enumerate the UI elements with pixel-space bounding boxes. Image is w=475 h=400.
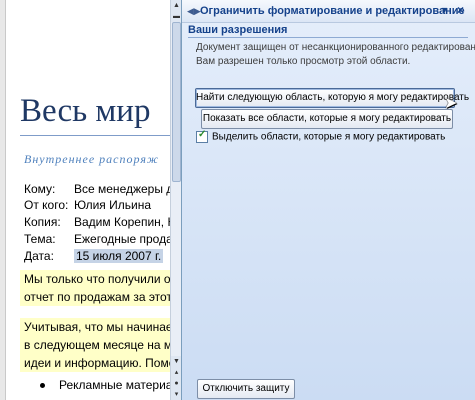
paragraph-line: отчет по продажам за этот г bbox=[24, 290, 170, 304]
info-text-1: Документ защищен от несанкционированного… bbox=[196, 42, 475, 53]
paragraph-1: Мы только что получили око отчет по прод… bbox=[20, 270, 170, 306]
paragraph-line: в следующем месяце на меж bbox=[24, 338, 170, 352]
editable-date-region[interactable]: 15 июля 2007 г. bbox=[74, 249, 164, 263]
bullet-text: Рекламные материа bbox=[59, 378, 170, 392]
field-value: Юлия Ильина bbox=[74, 198, 152, 212]
info-text-2: Вам разрешен только просмотр этой област… bbox=[196, 56, 411, 67]
show-all-regions-button[interactable]: Показать все области, которые я могу ред… bbox=[201, 109, 453, 129]
field-value: Вадим Корепин, Н bbox=[74, 215, 170, 229]
paragraph-line: Мы только что получили око bbox=[24, 272, 170, 286]
paragraph-line: Учитывая, что мы начинаем bbox=[24, 320, 170, 334]
field-label: Тема: bbox=[24, 232, 56, 246]
document-subtitle: Внутреннее распоряж bbox=[24, 152, 160, 166]
field-value: Все менеджеры до bbox=[74, 182, 170, 196]
section-divider bbox=[188, 37, 468, 38]
mouse-pointer-icon: ➤ bbox=[444, 95, 458, 112]
paragraph-line: идеи и информацию. Помощ bbox=[24, 356, 170, 370]
field-label: От кого: bbox=[24, 198, 69, 212]
back-forward-icon[interactable]: ◀▶ bbox=[187, 6, 201, 17]
stop-protection-button[interactable]: Отключить защиту bbox=[197, 379, 295, 399]
document-area[interactable]: Весь мир Внутреннее распоряж Кому: Все ме… bbox=[0, 0, 170, 400]
pane-header: ◀▶ Ограничить форматирование и редактиро… bbox=[182, 0, 475, 23]
pane-title: Ограничить форматирование и редактирован… bbox=[200, 5, 465, 17]
paragraph-2: Учитывая, что мы начинаем в следующем ме… bbox=[20, 318, 170, 372]
document-title: Весь мир bbox=[20, 93, 151, 129]
title-divider bbox=[20, 135, 170, 136]
field-from: От кого: Юлия Ильина bbox=[24, 198, 151, 212]
find-next-region-button[interactable]: Найти следующую область, которую я могу … bbox=[195, 88, 469, 108]
dropdown-icon[interactable]: ▼ bbox=[440, 5, 449, 15]
bullet-item: Рекламные материа bbox=[40, 378, 170, 392]
field-date: Дата: 15 июля 2007 г. bbox=[24, 249, 164, 263]
checkmark-icon: ✓ bbox=[198, 129, 207, 140]
scroll-thumb[interactable] bbox=[172, 22, 181, 182]
checkbox-label: Выделить области, которые я могу редакти… bbox=[212, 131, 446, 143]
close-icon[interactable]: × bbox=[457, 3, 464, 17]
field-subject: Тема: Ежегодные продаж bbox=[24, 232, 170, 246]
highlight-checkbox[interactable]: ✓ bbox=[196, 129, 208, 143]
section-heading: Ваши разрешения bbox=[188, 24, 288, 36]
field-label: Копия: bbox=[24, 215, 61, 229]
field-value: Ежегодные продаж bbox=[74, 232, 170, 246]
field-label: Дата: bbox=[24, 249, 54, 263]
field-cc: Копия: Вадим Корепин, Н bbox=[24, 215, 170, 229]
highlight-regions-option[interactable]: ✓ Выделить области, которые я могу редакт… bbox=[196, 129, 446, 143]
restrict-editing-pane: ◀▶ Ограничить форматирование и редактиро… bbox=[181, 0, 475, 400]
field-to: Кому: Все менеджеры до bbox=[24, 182, 170, 196]
field-label: Кому: bbox=[24, 182, 56, 196]
bullet-icon bbox=[40, 383, 45, 389]
